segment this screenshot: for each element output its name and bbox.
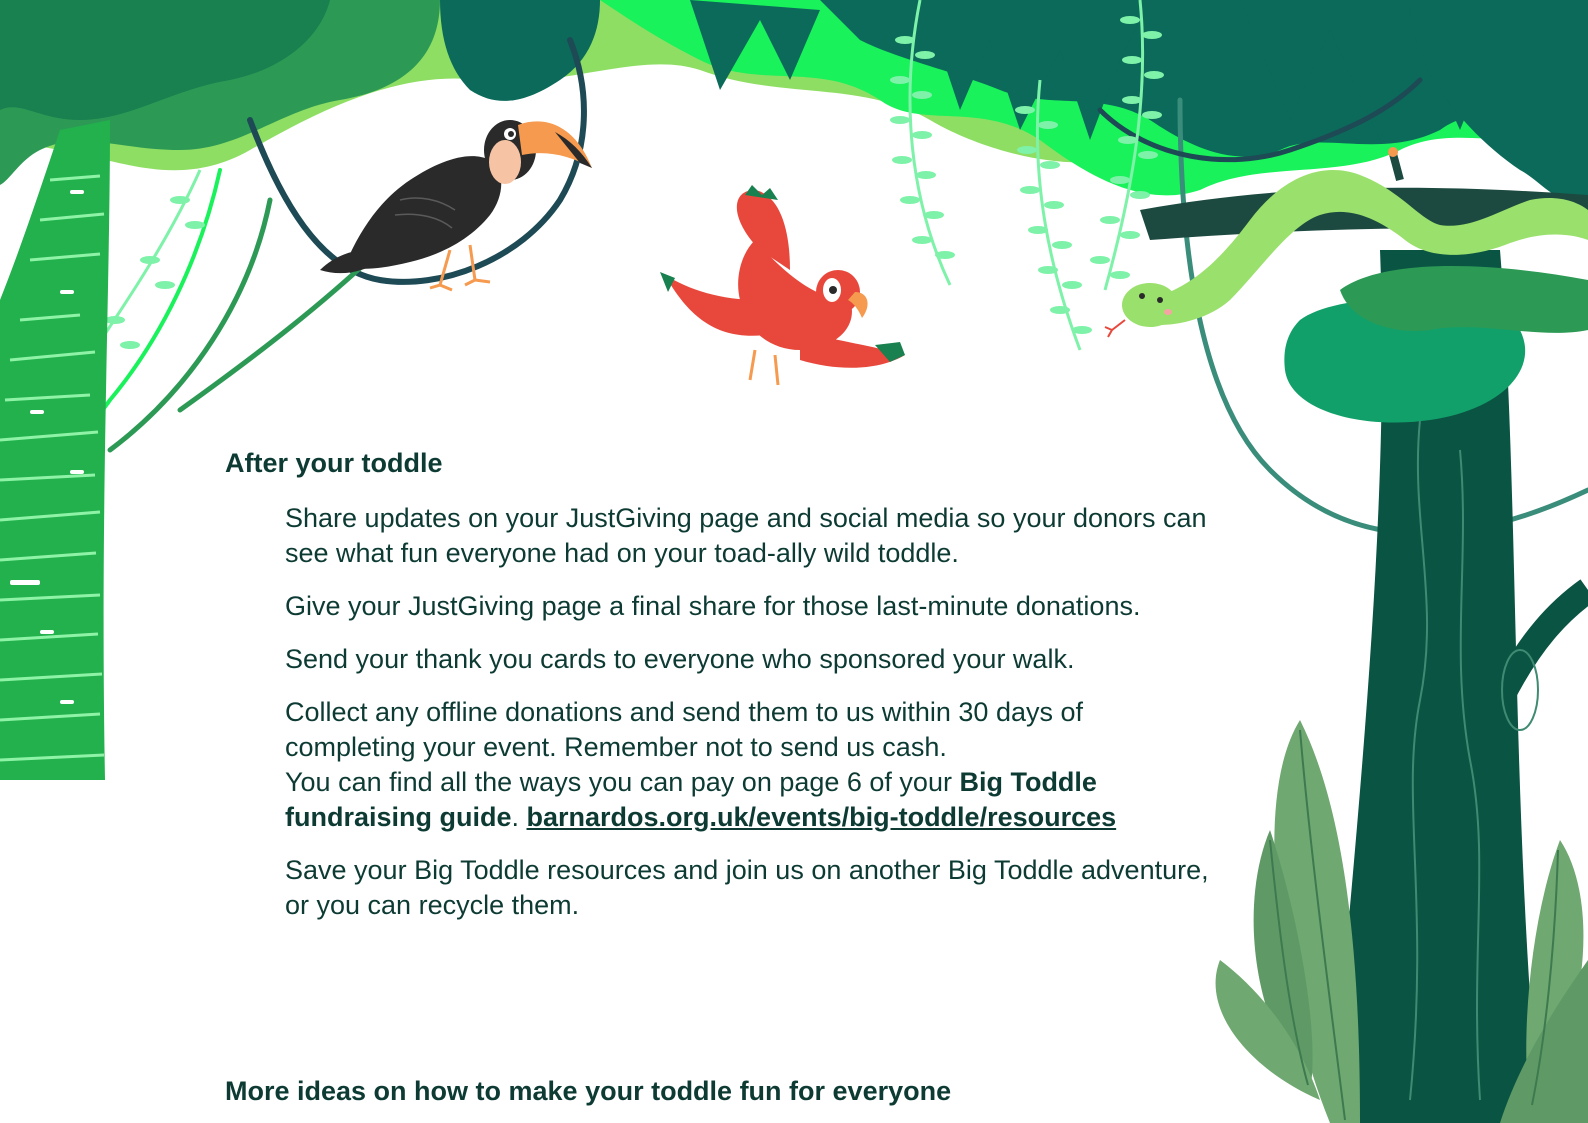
resources-link[interactable]: barnardos.org.uk/events/big-toddle/resou… (527, 802, 1117, 832)
after-toddle-list: Share updates on your JustGiving page an… (285, 501, 1215, 941)
list-item-share-updates: Share updates on your JustGiving page an… (285, 503, 1207, 568)
list-item-save-resources: Save your Big Toddle resources and join … (285, 855, 1209, 920)
list-item-offline-donations: Collect any offline donations and send t… (285, 695, 1215, 835)
page-content: After your toddle Share updates on your … (0, 0, 1588, 1123)
offline-donations-text: Collect any offline donations and send t… (285, 697, 1084, 762)
section-heading-after-toddle: After your toddle (225, 448, 443, 478)
section-heading-more-ideas: More ideas on how to make your toddle fu… (225, 1076, 952, 1106)
separator-text: . (511, 802, 527, 832)
list-item-final-share: Give your JustGiving page a final share … (285, 591, 1141, 621)
list-item-thank-you-cards: Send your thank you cards to everyone wh… (285, 644, 1075, 674)
payment-ways-text: You can find all the ways you can pay on… (285, 767, 960, 797)
